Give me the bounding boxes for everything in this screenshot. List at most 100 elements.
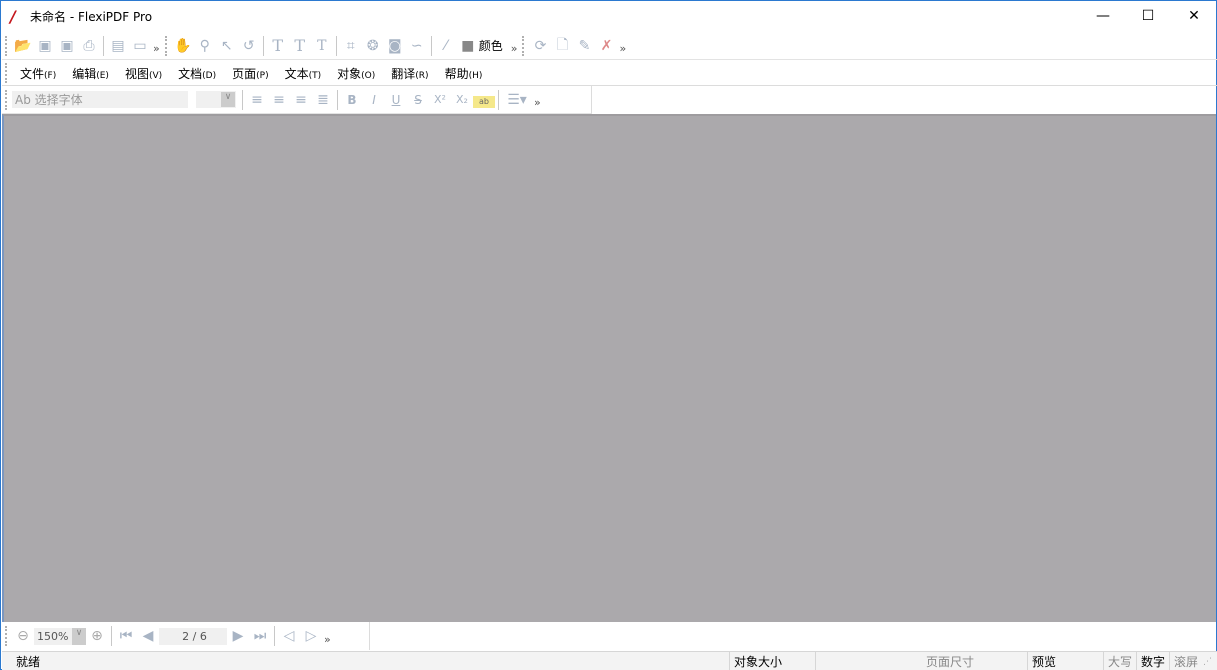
justify-icon[interactable]: ≣	[312, 89, 334, 111]
menu-bar: 文件(F) 编辑(E) 视图(V) 文档(D) 页面(P) 文本(T) 对象(O…	[2, 61, 1217, 86]
save-as-icon[interactable]: ▣	[56, 35, 78, 57]
align-right-icon[interactable]: ≡	[290, 89, 312, 111]
minimize-button[interactable]: —	[1080, 1, 1126, 31]
menu-page[interactable]: 页面(P)	[224, 65, 276, 82]
highlight-button[interactable]: ab	[473, 96, 495, 108]
color-button[interactable]: 颜色	[479, 37, 503, 54]
camera-icon[interactable]: ◙	[384, 35, 406, 57]
format-toolbar: Ab 选择字体 ∨ ≡ ≡ ≡ ≣ B I U S X² X₂ ab ☰▾ »	[2, 86, 592, 114]
underline-button[interactable]: U	[385, 89, 407, 111]
toolbar-grip[interactable]	[165, 36, 168, 56]
close-button[interactable]: ✕	[1171, 1, 1217, 31]
chevron-down-icon[interactable]: ∨	[72, 628, 86, 645]
toolbar-grip[interactable]	[5, 626, 8, 646]
menu-help[interactable]: 帮助(H)	[437, 65, 491, 82]
more-icon[interactable]: »	[324, 633, 331, 646]
more-icon[interactable]: »	[153, 42, 160, 55]
number-text-icon[interactable]: T	[311, 35, 333, 57]
bold-button[interactable]: B	[341, 89, 363, 111]
more-icon[interactable]: »	[534, 96, 541, 109]
toolbar-grip[interactable]	[5, 90, 8, 110]
app-window: / 未命名 - FlexiPDF Pro — ☐ ✕ 📂 ▣ ▣ ⎙ ▤ ▭ »…	[0, 0, 1217, 670]
zoom-select[interactable]: 150%	[34, 628, 72, 645]
status-ready: 就绪	[2, 652, 730, 670]
font-select[interactable]: Ab 选择字体	[12, 91, 188, 108]
more-icon[interactable]: »	[619, 42, 626, 55]
status-num: 数字	[1137, 652, 1170, 670]
divider	[336, 36, 337, 56]
main-toolbar: 📂 ▣ ▣ ⎙ ▤ ▭ » ✋ ⚲ ↖ ↺ T T T ⌗ ❂ ◙ ∽ ⁄ ■ …	[2, 32, 1217, 60]
menu-view[interactable]: 视图(V)	[117, 65, 170, 82]
italic-button[interactable]: I	[363, 89, 385, 111]
more-icon[interactable]: »	[511, 42, 518, 55]
previous-page-icon[interactable]: ◀	[137, 625, 159, 647]
line-style-icon[interactable]: ☰▾	[502, 89, 532, 111]
zoom-in-icon[interactable]: ⊕	[86, 625, 108, 647]
status-caps: 大写	[1104, 652, 1137, 670]
menu-grip[interactable]	[5, 63, 8, 83]
document-canvas[interactable]	[2, 114, 1216, 622]
menu-file[interactable]: 文件(F)	[12, 65, 64, 82]
divider	[498, 90, 499, 110]
superscript-button[interactable]: X²	[429, 89, 451, 111]
link-icon[interactable]: ❂	[362, 35, 384, 57]
divider	[263, 36, 264, 56]
add-text-icon[interactable]: T	[289, 35, 311, 57]
crop-icon[interactable]: ⌗	[340, 35, 362, 57]
last-page-icon[interactable]: ⏭	[249, 625, 271, 647]
font-size-select[interactable]: ∨	[196, 91, 236, 108]
status-page-size: 页面尺寸	[922, 652, 1028, 670]
window-title: 未命名 - FlexiPDF Pro	[30, 8, 152, 25]
chevron-down-icon[interactable]: ∨	[221, 92, 235, 107]
hand-icon[interactable]: ✋	[172, 35, 194, 57]
toolbar-grip[interactable]	[5, 36, 8, 56]
first-page-icon[interactable]: ⏮	[115, 625, 137, 647]
text-icon[interactable]: T	[267, 35, 289, 57]
insert-page-icon[interactable]: 🗋	[551, 35, 573, 57]
open-icon[interactable]: 📂	[12, 35, 34, 57]
save-icon[interactable]: ▣	[34, 35, 56, 57]
strikethrough-button[interactable]: S	[407, 89, 429, 111]
status-object-size: 对象大小	[730, 652, 816, 670]
divider	[431, 36, 432, 56]
menu-object[interactable]: 对象(O)	[329, 65, 383, 82]
toolbar-grip[interactable]	[522, 36, 525, 56]
align-left-icon[interactable]: ≡	[246, 89, 268, 111]
back-icon[interactable]: ◁	[278, 625, 300, 647]
resize-grip-icon[interactable]: ⋰	[1203, 657, 1212, 670]
divider	[111, 626, 112, 646]
print-icon[interactable]: ⎙	[78, 35, 100, 57]
divider	[103, 36, 104, 56]
align-center-icon[interactable]: ≡	[268, 89, 290, 111]
subscript-button[interactable]: X₂	[451, 89, 473, 111]
edit-page-icon[interactable]: ✎	[573, 35, 595, 57]
divider	[274, 626, 275, 646]
rotate-icon[interactable]: ↺	[238, 35, 260, 57]
zoom-out-icon[interactable]: ⊖	[12, 625, 34, 647]
select-arrow-icon[interactable]: ↖	[216, 35, 238, 57]
page-view-icon[interactable]: ▤	[107, 35, 129, 57]
next-page-icon[interactable]: ▶	[227, 625, 249, 647]
forward-icon[interactable]: ▷	[300, 625, 322, 647]
navigation-toolbar: ⊖ 150% ∨ ⊕ ⏮ ◀ 2 / 6 ▶ ⏭ ◁ ▷ »	[2, 622, 370, 650]
flow-icon[interactable]: ∽	[406, 35, 428, 57]
app-logo-icon: /	[10, 9, 24, 25]
divider	[242, 90, 243, 110]
color-swatch-icon[interactable]: ■	[457, 35, 479, 57]
fit-width-icon[interactable]: ▭	[129, 35, 151, 57]
page-number-field[interactable]: 2 / 6	[159, 628, 227, 645]
status-scroll: 滚屏	[1170, 652, 1203, 670]
menu-translate[interactable]: 翻译(R)	[383, 65, 436, 82]
magnifier-icon[interactable]: ⚲	[194, 35, 216, 57]
divider	[337, 90, 338, 110]
eyedropper-icon[interactable]: ⁄	[435, 35, 457, 57]
menu-text[interactable]: 文本(T)	[277, 65, 330, 82]
status-bar: 就绪 对象大小 页面尺寸 预览 大写 数字 滚屏 ⋰	[2, 651, 1217, 670]
menu-edit[interactable]: 编辑(E)	[64, 65, 117, 82]
title-bar: / 未命名 - FlexiPDF Pro — ☐ ✕	[1, 1, 1216, 32]
replace-page-icon[interactable]: ⟳	[529, 35, 551, 57]
maximize-button[interactable]: ☐	[1125, 1, 1171, 31]
status-preview: 预览	[1028, 652, 1104, 670]
menu-document[interactable]: 文档(D)	[170, 65, 224, 82]
delete-page-icon[interactable]: ✗	[595, 35, 617, 57]
